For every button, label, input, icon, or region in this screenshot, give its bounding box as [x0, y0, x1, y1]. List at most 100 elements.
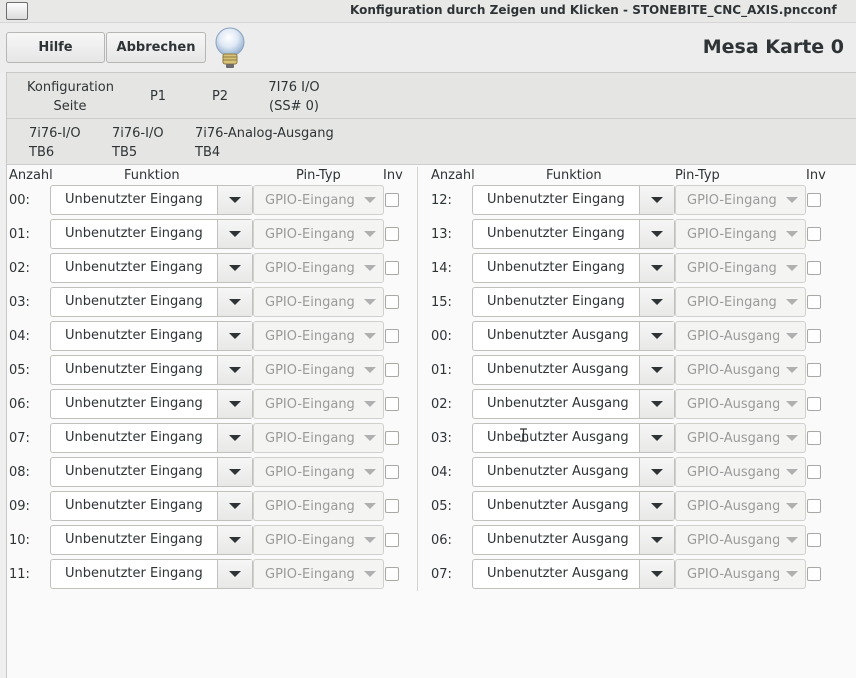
invert-checkbox[interactable] — [807, 533, 821, 547]
function-dropdown-button[interactable] — [639, 424, 674, 452]
function-dropdown-button[interactable] — [217, 356, 252, 384]
function-dropdown-button[interactable] — [639, 560, 674, 588]
function-combo[interactable]: Unbenutzter Eingang — [50, 321, 253, 351]
function-combo[interactable]: Unbenutzter Eingang — [50, 219, 253, 249]
function-dropdown-button[interactable] — [217, 254, 252, 282]
function-dropdown-button[interactable] — [639, 322, 674, 350]
tab-p2[interactable]: P2 — [205, 87, 235, 106]
invert-checkbox[interactable] — [385, 363, 399, 377]
function-combo[interactable]: Unbenutzter Eingang — [50, 355, 253, 385]
function-dropdown-button[interactable] — [217, 322, 252, 350]
function-combo[interactable]: Unbenutzter Ausgang — [472, 491, 675, 521]
function-combo-value[interactable]: Unbenutzter Eingang — [51, 322, 217, 350]
invert-checkbox[interactable] — [385, 261, 399, 275]
function-combo-value[interactable]: Unbenutzter Ausgang — [473, 390, 639, 418]
function-dropdown-button[interactable] — [217, 560, 252, 588]
function-dropdown-button[interactable] — [639, 288, 674, 316]
function-combo-value[interactable]: Unbenutzter Ausgang — [473, 492, 639, 520]
function-combo-value[interactable]: Unbenutzter Ausgang — [473, 560, 639, 588]
function-combo[interactable]: Unbenutzter Eingang — [50, 525, 253, 555]
invert-checkbox[interactable] — [807, 227, 821, 241]
function-combo-value[interactable]: Unbenutzter Eingang — [51, 186, 217, 214]
function-combo[interactable]: Unbenutzter Eingang — [50, 287, 253, 317]
invert-checkbox[interactable] — [385, 533, 399, 547]
function-combo[interactable]: Unbenutzter Eingang — [50, 185, 253, 215]
invert-checkbox[interactable] — [385, 227, 399, 241]
function-combo[interactable]: Unbenutzter Eingang — [472, 219, 675, 249]
invert-checkbox[interactable] — [807, 567, 821, 581]
invert-checkbox[interactable] — [807, 329, 821, 343]
invert-checkbox[interactable] — [807, 295, 821, 309]
function-combo[interactable]: Unbenutzter Eingang — [50, 457, 253, 487]
subtab-tb6[interactable]: 7i76-I/O TB6 — [17, 124, 92, 168]
lightbulb-icon[interactable] — [212, 25, 248, 71]
function-combo[interactable]: Unbenutzter Ausgang — [472, 355, 675, 385]
function-dropdown-button[interactable] — [639, 458, 674, 486]
function-combo[interactable]: Unbenutzter Eingang — [50, 389, 253, 419]
function-combo-value[interactable]: Unbenutzter Ausgang — [473, 356, 639, 384]
function-combo-value[interactable]: Unbenutzter Ausgang — [473, 424, 639, 452]
function-combo[interactable]: Unbenutzter Ausgang — [472, 525, 675, 555]
invert-checkbox[interactable] — [807, 193, 821, 207]
function-dropdown-button[interactable] — [639, 526, 674, 554]
invert-checkbox[interactable] — [385, 431, 399, 445]
function-combo-value[interactable]: Unbenutzter Eingang — [473, 220, 639, 248]
help-button[interactable]: Hilfe — [6, 32, 105, 63]
function-dropdown-button[interactable] — [217, 458, 252, 486]
invert-checkbox[interactable] — [385, 397, 399, 411]
function-dropdown-button[interactable] — [639, 356, 674, 384]
function-combo-value[interactable]: Unbenutzter Ausgang — [473, 526, 639, 554]
subtab-tb5[interactable]: 7i76-I/O TB5 — [112, 124, 172, 162]
function-combo-value[interactable]: Unbenutzter Eingang — [51, 220, 217, 248]
function-combo-value[interactable]: Unbenutzter Eingang — [51, 288, 217, 316]
function-dropdown-button[interactable] — [217, 390, 252, 418]
invert-checkbox[interactable] — [385, 499, 399, 513]
invert-checkbox[interactable] — [807, 261, 821, 275]
function-combo-value[interactable]: Unbenutzter Eingang — [473, 288, 639, 316]
invert-checkbox[interactable] — [807, 363, 821, 377]
function-combo-value[interactable]: Unbenutzter Eingang — [473, 254, 639, 282]
subtab-tb4[interactable]: 7i76-Analog-Ausgang TB4 — [195, 124, 335, 162]
invert-checkbox[interactable] — [385, 295, 399, 309]
function-combo[interactable]: Unbenutzter Eingang — [50, 491, 253, 521]
function-combo-value[interactable]: Unbenutzter Eingang — [51, 526, 217, 554]
function-combo-value[interactable]: Unbenutzter Eingang — [51, 560, 217, 588]
function-combo-value[interactable]: Unbenutzter Eingang — [51, 458, 217, 486]
window-menu-icon[interactable] — [6, 2, 28, 20]
function-combo[interactable]: Unbenutzter Eingang — [50, 423, 253, 453]
function-combo-value[interactable]: Unbenutzter Eingang — [51, 492, 217, 520]
function-combo[interactable]: Unbenutzter Ausgang — [472, 389, 675, 419]
function-combo-value[interactable]: Unbenutzter Eingang — [51, 356, 217, 384]
invert-checkbox[interactable] — [807, 499, 821, 513]
invert-checkbox[interactable] — [385, 193, 399, 207]
function-combo[interactable]: Unbenutzter Ausgang — [472, 321, 675, 351]
function-combo-value[interactable]: Unbenutzter Eingang — [51, 254, 217, 282]
invert-checkbox[interactable] — [385, 567, 399, 581]
function-dropdown-button[interactable] — [217, 288, 252, 316]
function-dropdown-button[interactable] — [639, 186, 674, 214]
invert-checkbox[interactable] — [807, 397, 821, 411]
invert-checkbox[interactable] — [807, 431, 821, 445]
function-dropdown-button[interactable] — [639, 390, 674, 418]
function-dropdown-button[interactable] — [639, 254, 674, 282]
function-dropdown-button[interactable] — [217, 424, 252, 452]
function-combo[interactable]: Unbenutzter Eingang — [472, 253, 675, 283]
function-dropdown-button[interactable] — [217, 220, 252, 248]
function-combo[interactable]: Unbenutzter Eingang — [472, 287, 675, 317]
invert-checkbox[interactable] — [807, 465, 821, 479]
invert-checkbox[interactable] — [385, 465, 399, 479]
function-combo-value[interactable]: Unbenutzter Eingang — [473, 186, 639, 214]
function-combo[interactable]: Unbenutzter Eingang — [50, 253, 253, 283]
function-combo[interactable]: Unbenutzter Ausgang — [472, 457, 675, 487]
function-combo-value[interactable]: Unbenutzter Ausgang — [473, 458, 639, 486]
function-dropdown-button[interactable] — [217, 526, 252, 554]
function-combo-value[interactable]: Unbenutzter Eingang — [51, 390, 217, 418]
tab-configuration-page[interactable]: Konfiguration Seite — [27, 78, 114, 116]
function-dropdown-button[interactable] — [639, 220, 674, 248]
cancel-button[interactable]: Abbrechen — [106, 32, 206, 63]
function-combo[interactable]: Unbenutzter Eingang — [472, 185, 675, 215]
function-combo[interactable]: Unbenutzter Ausgang — [472, 423, 675, 453]
function-dropdown-button[interactable] — [639, 492, 674, 520]
function-combo[interactable]: Unbenutzter Eingang — [50, 559, 253, 589]
function-dropdown-button[interactable] — [217, 492, 252, 520]
